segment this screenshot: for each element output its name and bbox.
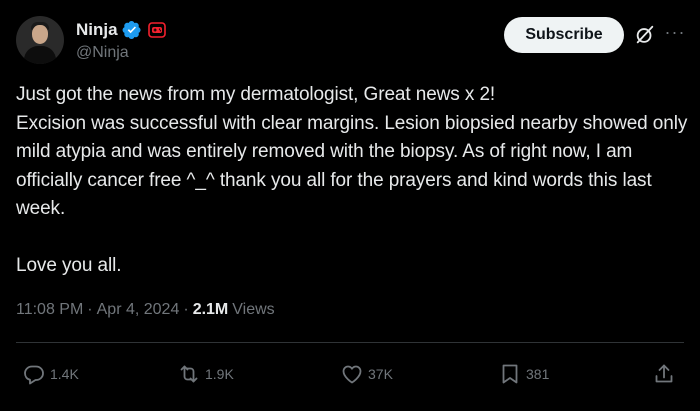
repost-icon [180,365,198,383]
share-icon [655,364,673,383]
display-name[interactable]: Ninja [76,20,118,40]
heart-icon [342,365,362,384]
reply-button[interactable]: 1.4K [22,362,79,386]
bookmark-count: 381 [526,366,550,382]
views-count: 2.1M [192,301,229,318]
meta-separator: · [87,301,93,318]
reply-icon [24,365,44,385]
reply-count: 1.4K [50,366,79,382]
author-handle[interactable]: @Ninja [76,44,129,62]
gamepad-badge-icon[interactable] [147,21,166,39]
tweet-date[interactable]: Apr 4, 2024 [97,301,180,319]
avatar-head [32,25,48,44]
avatar-torso [24,46,56,64]
subscribe-button[interactable]: Subscribe [504,17,624,53]
tweet-time[interactable]: 11:08 PM [16,301,83,319]
verified-badge-icon[interactable] [122,20,142,40]
tweet-meta: 11:08 PM · Apr 4, 2024 · 2.1M Views [16,301,275,319]
bookmark-icon [502,364,518,384]
grok-icon[interactable] [634,24,656,46]
like-button[interactable]: 37K [340,362,393,386]
share-button[interactable] [652,362,676,386]
repost-button[interactable]: 1.9K [177,362,234,386]
more-icon[interactable]: ··· [663,22,687,46]
author-name-row: Ninja [76,18,166,42]
bookmark-button[interactable]: 381 [498,362,549,386]
meta-separator: · [183,301,189,318]
avatar[interactable] [16,16,64,64]
like-count: 37K [368,366,393,382]
views-label: Views [232,301,275,318]
repost-count: 1.9K [205,366,234,382]
tweet-text: Just got the news from my dermatologist,… [16,84,688,276]
divider [16,342,684,343]
